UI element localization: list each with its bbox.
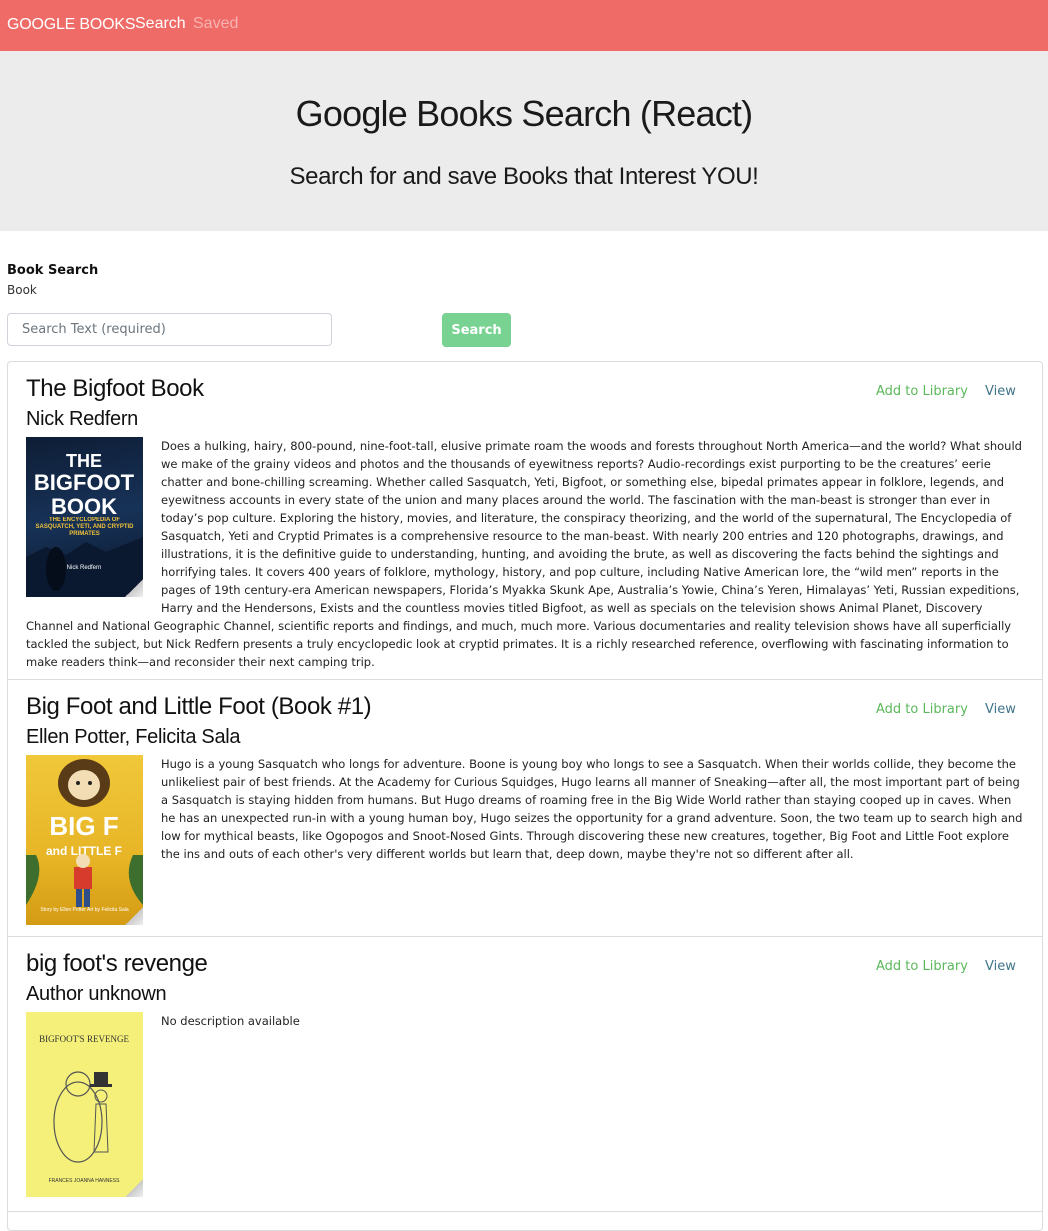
book-item: The Bigfoot Book Nick Redfern Add to Lib… [8, 362, 1042, 680]
book-item: Big Foot and Little Foot (Book #1) Ellen… [8, 680, 1042, 937]
book-cover-art: THE BIGFOOT BOOK THE ENCYCLOPEDIA OF SAS… [26, 451, 143, 597]
jumbotron: Google Books Search (React) Search for a… [0, 51, 1048, 231]
book-item: big foot's revenge Author unknown Add to… [8, 937, 1042, 1212]
book-title: The Bigfoot Book [26, 375, 204, 402]
view-button[interactable]: View [985, 702, 1016, 717]
cover-byline: Story by Ellen Potter Art by Felicita Sa… [40, 907, 129, 913]
book-author: Ellen Potter, Felicita Sala [26, 726, 241, 748]
nav-link-saved[interactable]: Saved [193, 15, 238, 33]
cover-byline: FRANCES JOANNA HANNESS [49, 1178, 121, 1184]
page-subtitle: Search for and save Books that Interest … [289, 163, 759, 190]
cover-text-title: BIGFOOT'S REVENGE [39, 1034, 129, 1044]
add-to-library-button[interactable]: Add to Library [876, 384, 968, 399]
page-curl [125, 1179, 143, 1197]
search-field-label: Book [7, 283, 37, 297]
cover-text-bigfoot: BIGFOOT [34, 470, 135, 495]
search-input[interactable] [7, 313, 332, 346]
brand-link[interactable]: GOOGLE BOOKS [7, 16, 136, 34]
book-cover-image: THE BIGFOOT BOOK THE ENCYCLOPEDIA OF SAS… [26, 437, 143, 597]
page-curl [125, 579, 143, 597]
search-button[interactable]: Search [442, 313, 511, 347]
cover-byline: Nick Redfern [67, 565, 102, 571]
search-form-heading: Book Search [7, 263, 99, 278]
page-title: Google Books Search (React) [295, 93, 753, 134]
cover-text-book: BOOK [51, 494, 117, 519]
results-list: The Bigfoot Book Nick Redfern Add to Lib… [7, 361, 1043, 1231]
add-to-library-button[interactable]: Add to Library [876, 702, 968, 717]
book-author: Author unknown [26, 983, 167, 1005]
view-button[interactable]: View [985, 959, 1016, 974]
book-cover-art: BIGFOOT'S REVENGE FRANCES JOANNA HANNESS [39, 1034, 129, 1184]
book-description: No description available [161, 1014, 300, 1028]
cover-text-big: BIG F [49, 811, 118, 841]
add-to-library-button[interactable]: Add to Library [876, 959, 968, 974]
cover-tagline: THE ENCYCLOPEDIA OF SASQUATCH, YETI, AND… [35, 517, 134, 537]
view-button[interactable]: View [985, 384, 1016, 399]
book-cover-image: BIG F and LITTLE F Story by Ellen Potter… [26, 755, 143, 925]
navbar: GOOGLE BOOKS Search Saved [0, 0, 1048, 51]
book-title: Big Foot and Little Foot (Book #1) [26, 693, 372, 720]
book-author: Nick Redfern [26, 408, 138, 430]
page-curl [125, 907, 143, 925]
book-cover-art: BIG F and LITTLE F Story by Ellen Potter… [26, 759, 143, 913]
nav-link-search[interactable]: Search [135, 15, 186, 33]
book-description: Hugo is a young Sasquatch who longs for … [161, 757, 1023, 861]
book-title: big foot's revenge [26, 950, 208, 977]
cover-text-the: THE [66, 451, 102, 471]
book-description: Does a hulking, hairy, 800-pound, nine-f… [26, 439, 1022, 669]
book-cover-image: BIGFOOT'S REVENGE FRANCES JOANNA HANNESS [26, 1012, 143, 1197]
